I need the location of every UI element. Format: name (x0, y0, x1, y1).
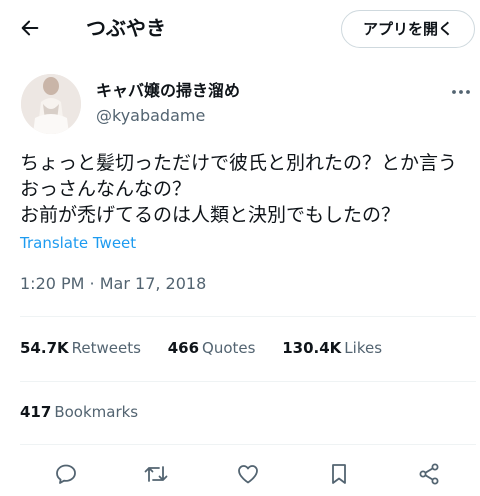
retweet-icon (144, 466, 168, 482)
arrow-left-icon (21, 20, 39, 36)
share-icon (419, 463, 439, 485)
heart-icon (238, 465, 258, 484)
quotes-count: 466 (167, 339, 200, 357)
quotes-stat[interactable]: 466 Quotes (168, 337, 256, 359)
like-button[interactable] (233, 459, 263, 489)
retweet-button[interactable] (141, 459, 171, 489)
bookmark-icon (332, 464, 346, 484)
quotes-label: Quotes (202, 339, 256, 357)
avatar-image (21, 74, 81, 134)
avatar[interactable] (21, 74, 81, 134)
retweets-label: Retweets (71, 339, 141, 357)
tweet-date[interactable]: Mar 17, 2018 (100, 274, 207, 293)
page-title: つぶやき (86, 16, 166, 40)
author-display-name[interactable]: キャバ嬢の掃き溜め (96, 79, 240, 103)
tweet-text-line: お前が禿げてるのは人類と決別でもしたの？ (20, 204, 401, 226)
bookmarks-label: Bookmarks (54, 403, 139, 421)
timestamp-separator: · (84, 274, 100, 293)
top-bar: つぶやき アプリを開く (0, 0, 480, 56)
retweets-count: 54.7K (20, 339, 69, 357)
back-button[interactable] (14, 12, 46, 44)
likes-stat[interactable]: 130.4K Likes (282, 337, 382, 359)
more-options-button[interactable] (446, 80, 476, 104)
bookmarks-stat[interactable]: 417 Bookmarks (20, 401, 138, 423)
reply-button[interactable] (51, 459, 81, 489)
divider (20, 444, 476, 445)
likes-label: Likes (344, 339, 383, 357)
tweet-text-line: ちょっと髪切っただけで彼氏と別れたの？とか言う (20, 152, 458, 174)
tweet-text: ちょっと髪切っただけで彼氏と別れたの？とか言う おっさんなんなの？ お前が禿げて… (20, 150, 476, 228)
share-button[interactable] (414, 459, 444, 489)
engagement-stats: 54.7K Retweets 466 Quotes 130.4K Likes (20, 337, 404, 359)
retweets-stat[interactable]: 54.7K Retweets (20, 337, 141, 359)
likes-count: 130.4K (282, 339, 342, 357)
more-horizontal-icon (452, 90, 470, 94)
tweet-time[interactable]: 1:20 PM (20, 274, 84, 293)
reply-icon (56, 464, 76, 484)
bookmarks-count: 417 (20, 403, 52, 421)
tweet-action-bar (0, 455, 480, 493)
author-handle[interactable]: @kyabadame (96, 104, 205, 128)
divider (20, 316, 476, 317)
tweet-text-line: おっさんなんなの？ (20, 178, 192, 200)
divider (20, 381, 476, 382)
bookmark-button[interactable] (324, 459, 354, 489)
open-app-button[interactable]: アプリを開く (341, 10, 475, 48)
translate-tweet-link[interactable]: Translate Tweet (20, 232, 136, 254)
tweet-timestamp: 1:20 PM · Mar 17, 2018 (20, 272, 206, 296)
